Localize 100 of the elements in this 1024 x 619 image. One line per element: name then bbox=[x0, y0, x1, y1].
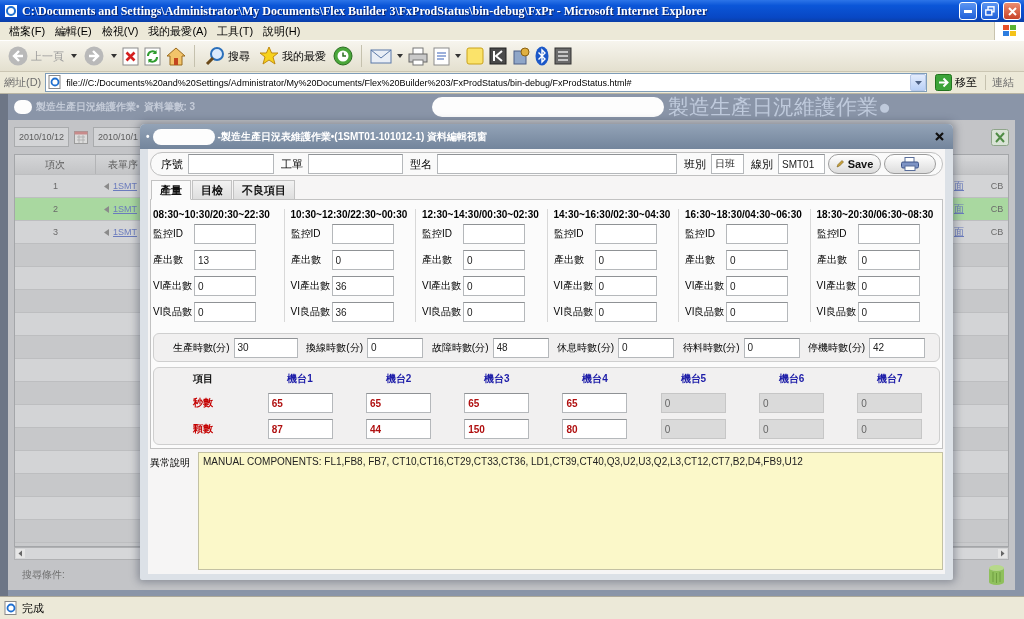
save-button[interactable]: Save bbox=[828, 154, 881, 174]
input-field[interactable]: 0 bbox=[857, 302, 920, 322]
field-label: 工單 bbox=[280, 156, 304, 172]
menu-item[interactable]: 我的最愛(A) bbox=[143, 23, 213, 39]
input-field[interactable]: 0 bbox=[594, 302, 657, 322]
minimize-button[interactable] bbox=[959, 2, 977, 20]
mail-icon[interactable] bbox=[370, 47, 392, 65]
input-field[interactable]: 13 bbox=[194, 250, 256, 270]
input-field[interactable]: 65 bbox=[365, 393, 431, 413]
input-field[interactable] bbox=[437, 154, 677, 174]
input-field[interactable] bbox=[726, 224, 788, 244]
input-field[interactable] bbox=[308, 154, 403, 174]
printer-icon[interactable] bbox=[408, 46, 428, 66]
input-field[interactable]: 0 bbox=[857, 250, 920, 270]
right-arrow-icon[interactable] bbox=[998, 549, 1007, 558]
input-field[interactable]: 0 bbox=[194, 276, 256, 296]
dropdown-caret-icon[interactable] bbox=[71, 54, 77, 58]
input-field[interactable]: 0 bbox=[463, 276, 525, 296]
input-field[interactable]: 0 bbox=[367, 337, 423, 358]
field-label: 待料時數(分) bbox=[682, 340, 740, 355]
field-label: 停機時數(分) bbox=[808, 340, 865, 355]
input-field[interactable]: 30 bbox=[233, 337, 298, 358]
field-label: VI良品數 bbox=[816, 305, 857, 319]
input-field[interactable]: 0 bbox=[594, 250, 657, 270]
home-icon[interactable] bbox=[166, 46, 186, 66]
status-text: 完成 bbox=[22, 600, 44, 616]
input-field[interactable]: 0 bbox=[857, 276, 920, 296]
refresh-icon[interactable] bbox=[144, 46, 161, 66]
column-header: 機台6 bbox=[778, 372, 805, 386]
input-field[interactable]: 0 bbox=[726, 302, 788, 322]
input-field[interactable] bbox=[194, 224, 256, 244]
address-field[interactable]: file:///C:/Documents%20and%20Settings/Administrator/My%20Documents/Flex%20Builder%203/FxProdStatus/bin-debug/FxProdStatus.html# bbox=[45, 73, 927, 92]
dropdown-button[interactable] bbox=[910, 74, 926, 91]
dropdown-caret-icon[interactable] bbox=[111, 54, 117, 58]
maximize-button[interactable] bbox=[981, 2, 999, 20]
search-button[interactable]: 搜尋 bbox=[203, 43, 252, 69]
dropdown-caret-icon[interactable] bbox=[397, 54, 403, 58]
input-field[interactable]: 65 bbox=[464, 393, 530, 413]
input-field[interactable]: 0 bbox=[194, 302, 256, 322]
menu-item[interactable]: 編輯(E) bbox=[50, 23, 97, 39]
dialog-title: -製造生產日況表維護作業•(1SMT01-101012-1) 資料編輯視窗 bbox=[217, 129, 488, 144]
input-field[interactable]: 36 bbox=[331, 276, 394, 296]
menu-item[interactable]: 說明(H) bbox=[258, 23, 306, 39]
list-icon[interactable] bbox=[554, 47, 572, 65]
record-count: 資料筆數: 3 bbox=[143, 100, 196, 114]
input-field[interactable]: 日班 bbox=[711, 154, 744, 174]
links-button[interactable]: 連結 bbox=[985, 75, 1020, 90]
go-arrow-icon bbox=[935, 74, 952, 91]
input-field[interactable]: 65 bbox=[562, 393, 628, 413]
input-field[interactable]: 0 bbox=[331, 250, 394, 270]
input-field[interactable]: 36 bbox=[331, 302, 394, 322]
date-field[interactable]: 2010/10/12 bbox=[14, 127, 70, 147]
input-field[interactable] bbox=[857, 224, 920, 244]
input-field[interactable]: 0 bbox=[463, 302, 525, 322]
input-field[interactable]: 0 bbox=[743, 337, 800, 358]
input-field[interactable]: 0 bbox=[618, 337, 674, 358]
input-field[interactable] bbox=[331, 224, 394, 244]
close-icon[interactable] bbox=[935, 132, 944, 141]
input-field[interactable]: 150 bbox=[464, 419, 530, 439]
search-label: 搜尋條件: bbox=[22, 568, 65, 582]
menu-item[interactable]: 工具(T) bbox=[212, 23, 259, 39]
field-label: 監控ID bbox=[290, 227, 322, 241]
input-field[interactable]: 0 bbox=[726, 250, 788, 270]
tab[interactable]: 不良項目 bbox=[233, 180, 295, 200]
cross-tile-icon[interactable] bbox=[991, 128, 1009, 146]
input-field[interactable]: 0 bbox=[594, 276, 657, 296]
tile-icon[interactable] bbox=[489, 47, 507, 65]
input-field[interactable] bbox=[463, 224, 525, 244]
favorites-button[interactable]: 我的最愛 bbox=[257, 43, 328, 69]
field-label: VI產出數 bbox=[153, 279, 194, 293]
menu-item[interactable]: 檔案(F) bbox=[4, 23, 51, 39]
input-field[interactable] bbox=[594, 224, 657, 244]
column-header: 機台2 bbox=[385, 372, 412, 386]
menu-item[interactable]: 檢視(V) bbox=[96, 23, 144, 39]
input-field[interactable]: 42 bbox=[869, 337, 925, 358]
input-field[interactable] bbox=[188, 154, 274, 174]
app-icon[interactable] bbox=[512, 47, 530, 65]
tab[interactable]: 產量 bbox=[151, 180, 191, 200]
remark-field[interactable]: MANUAL COMPONENTS: FL1,FB8, FB7, CT10,CT16,CT29,CT33,CT36, LD1,CT39,CT40,Q3,U2,U3,Q2,L3,CT12,CT7,B2,D4,FB9,U12 bbox=[198, 452, 943, 570]
stop-icon[interactable] bbox=[122, 46, 139, 66]
tab[interactable]: 目檢 bbox=[192, 180, 232, 200]
bluetooth-icon[interactable] bbox=[535, 46, 549, 66]
left-arrow-icon[interactable] bbox=[16, 549, 25, 558]
print-button[interactable] bbox=[884, 154, 936, 174]
input-field[interactable]: 65 bbox=[267, 393, 333, 413]
close-button[interactable] bbox=[1003, 2, 1021, 20]
input-field[interactable]: 48 bbox=[492, 337, 549, 358]
input-field[interactable]: SMT01 bbox=[778, 154, 825, 174]
column-header[interactable]: 項次 bbox=[15, 155, 96, 174]
clock-icon[interactable] bbox=[333, 46, 353, 66]
input-field[interactable]: 80 bbox=[562, 419, 628, 439]
field-label: VI產出數 bbox=[816, 279, 857, 293]
input-field[interactable]: 44 bbox=[365, 419, 431, 439]
input-field[interactable]: 87 bbox=[267, 419, 333, 439]
go-button[interactable]: 移至 bbox=[931, 73, 981, 92]
input-field[interactable]: 0 bbox=[463, 250, 525, 270]
input-field[interactable]: 0 bbox=[726, 276, 788, 296]
field-label: 換線時數(分) bbox=[306, 340, 363, 355]
dropdown-caret-icon[interactable] bbox=[455, 54, 461, 58]
field-label: VI產出數 bbox=[290, 279, 331, 293]
